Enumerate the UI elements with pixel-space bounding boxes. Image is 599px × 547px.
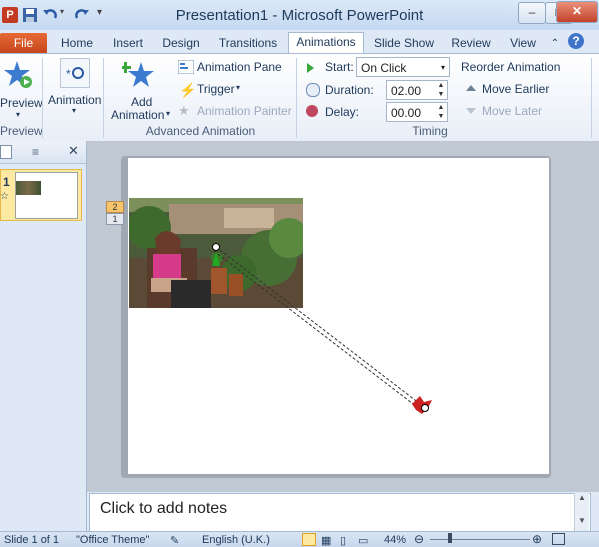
zoom-in-icon[interactable]: ⊕ <box>532 532 542 546</box>
slide-sorter-icon[interactable]: ▦ <box>321 534 331 547</box>
status-language[interactable]: English (U.K.) <box>202 534 270 546</box>
zoom-level[interactable]: 44% <box>384 534 406 546</box>
normal-view-icon[interactable] <box>302 533 316 546</box>
status-theme: "Office Theme" <box>76 534 150 546</box>
zoom-out-icon[interactable]: ⊖ <box>414 532 424 546</box>
status-slide-info: Slide 1 of 1 <box>4 534 60 546</box>
motion-path-line[interactable] <box>215 246 425 408</box>
reading-view-icon[interactable]: ▯ <box>340 534 346 547</box>
spellcheck-icon[interactable]: ✎ <box>170 534 179 547</box>
status-bar: Slide 1 of 1 "Office Theme" ✎ English (U… <box>0 531 599 547</box>
scroll-down-icon[interactable]: ▼ <box>575 516 589 525</box>
motion-path-layer <box>212 243 432 414</box>
motion-path-line-2[interactable] <box>213 250 422 411</box>
motion-end-point-icon[interactable] <box>421 404 429 412</box>
slide-show-icon[interactable]: ▭ <box>358 534 368 547</box>
notes-scrollbar[interactable]: ▲ ▼ <box>574 493 589 531</box>
motion-end-arrow-icon <box>412 396 432 414</box>
motion-start-point-icon[interactable] <box>212 243 220 251</box>
notes-placeholder[interactable]: Click to add notes <box>100 500 227 518</box>
scroll-up-icon[interactable]: ▲ <box>575 493 589 502</box>
zoom-slider-thumb[interactable] <box>448 533 452 543</box>
zoom-slider[interactable] <box>430 539 530 540</box>
fit-to-window-icon[interactable] <box>552 533 565 545</box>
